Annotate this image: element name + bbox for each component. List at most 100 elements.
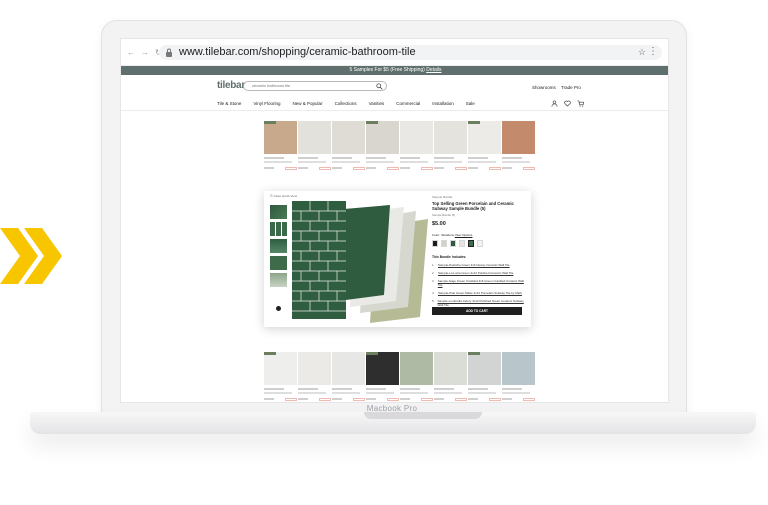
nav-installation[interactable]: Installation [432, 101, 454, 106]
nav-commercial[interactable]: Commercial [396, 101, 420, 106]
device-label: Macbook Pro [366, 404, 418, 413]
menu-kebab-icon[interactable]: ⋮ [648, 46, 658, 57]
product-card[interactable] [434, 121, 467, 170]
product-card[interactable] [298, 121, 331, 170]
product-price-row [502, 167, 535, 170]
product-thumbnail[interactable] [400, 352, 433, 385]
order-sample-button[interactable] [489, 167, 501, 170]
nav-new-popular[interactable]: New & Popular [293, 101, 323, 106]
nav-vanities[interactable]: Vanities [369, 101, 385, 106]
order-sample-button[interactable] [387, 398, 399, 401]
product-badge [468, 352, 480, 355]
order-sample-button[interactable] [421, 167, 433, 170]
product-thumbnail[interactable] [502, 352, 535, 385]
product-thumbnail[interactable] [468, 352, 501, 385]
product-meta-line [298, 392, 326, 394]
product-card[interactable] [264, 121, 297, 170]
color-swatch[interactable] [468, 240, 474, 247]
bundle-item-link[interactable]: Sample-La Lucia Green 4x12 Polished Cera… [438, 271, 513, 275]
product-thumbnail[interactable] [366, 121, 399, 154]
product-meta-line [400, 388, 420, 390]
color-swatch[interactable] [477, 240, 483, 247]
product-card[interactable] [332, 121, 365, 170]
thumbnail-5[interactable] [270, 273, 287, 287]
order-sample-button[interactable] [523, 167, 535, 170]
thumbnail-2[interactable] [270, 222, 287, 236]
order-sample-button[interactable] [353, 398, 365, 401]
product-thumbnail[interactable] [502, 121, 535, 154]
order-sample-button[interactable] [319, 398, 331, 401]
address-bar[interactable]: www.tilebar.com/shopping/ceramic-bathroo… [159, 45, 662, 60]
product-badge [468, 121, 480, 124]
color-swatch[interactable] [459, 240, 465, 247]
order-sample-button[interactable] [319, 167, 331, 170]
product-price-line [468, 398, 478, 400]
thumbnail-4[interactable] [270, 256, 287, 270]
nav-tile-stone[interactable]: Tile & Stone [217, 101, 241, 106]
order-sample-button[interactable] [353, 167, 365, 170]
nav-collections[interactable]: Collections [335, 101, 357, 106]
order-sample-button[interactable] [387, 167, 399, 170]
product-thumbnail[interactable] [400, 121, 433, 154]
showrooms-link[interactable]: Showrooms [532, 85, 556, 90]
thumbnail-1[interactable] [270, 205, 287, 219]
product-card[interactable] [468, 121, 501, 170]
bundle-item-link[interactable]: Sample-Pale Green Matte 3x12 Porcelain S… [438, 291, 522, 295]
tilebar-logo[interactable]: tilebar [217, 80, 245, 91]
search-icon[interactable] [376, 83, 383, 90]
product-card[interactable] [332, 352, 365, 401]
bookmark-star-icon[interactable]: ☆ [638, 47, 646, 58]
order-sample-button[interactable] [421, 398, 433, 401]
cart-icon[interactable] [577, 100, 584, 107]
product-thumbnail[interactable] [468, 121, 501, 154]
order-sample-button[interactable] [455, 167, 467, 170]
product-card[interactable] [400, 121, 433, 170]
product-card[interactable] [434, 352, 467, 401]
nav-sale[interactable]: Sale [466, 101, 475, 106]
bundle-item-number: 3 [432, 279, 434, 283]
product-meta-line [468, 392, 496, 394]
product-thumbnail[interactable] [332, 352, 365, 385]
product-card[interactable] [400, 352, 433, 401]
nav-vinyl-flooring[interactable]: Vinyl Flooring [253, 101, 280, 106]
product-card[interactable] [298, 352, 331, 401]
bundle-item-link[interactable]: Sample-Pastiche Green 3x6 Glossy Ceramic… [438, 263, 510, 267]
product-thumbnail[interactable] [366, 352, 399, 385]
view-options-link[interactable]: View Options [455, 233, 473, 237]
bundle-item-link[interactable]: Sample-Lumbrella Celery 3x12 Polished Gr… [438, 299, 524, 307]
product-thumbnail[interactable] [434, 121, 467, 154]
account-icon[interactable] [551, 100, 558, 107]
trade-pro-link[interactable]: Trade Pro [561, 85, 581, 90]
order-sample-button[interactable] [455, 398, 467, 401]
bundle-item-link[interactable]: Sample-Sage Green Crackled 3x6 Green Cra… [438, 279, 524, 287]
product-thumbnail[interactable] [264, 352, 297, 385]
thumbnail-3[interactable] [270, 239, 287, 253]
product-thumbnail[interactable] [434, 352, 467, 385]
search-input[interactable]: ceramic bathroom tile [243, 81, 387, 91]
carousel-next-button[interactable] [276, 306, 281, 311]
product-thumbnail[interactable] [298, 121, 331, 154]
product-card[interactable] [468, 352, 501, 401]
promo-details-link[interactable]: Details [426, 67, 441, 73]
order-sample-button[interactable] [285, 398, 297, 401]
order-sample-button[interactable] [285, 167, 297, 170]
product-thumbnail[interactable] [332, 121, 365, 154]
bundle-item-number: 5 [432, 299, 434, 303]
back-icon[interactable]: ← [127, 48, 135, 57]
product-card[interactable] [502, 352, 535, 401]
color-swatch[interactable] [450, 240, 456, 247]
product-price-line [502, 398, 512, 400]
product-card[interactable] [502, 121, 535, 170]
heart-icon[interactable] [564, 100, 571, 107]
product-card[interactable] [366, 352, 399, 401]
order-sample-button[interactable] [489, 398, 501, 401]
order-sample-button[interactable] [523, 398, 535, 401]
product-thumbnail[interactable] [264, 121, 297, 154]
color-swatch[interactable] [441, 240, 447, 247]
color-swatch[interactable] [432, 240, 438, 247]
product-thumbnail[interactable] [298, 352, 331, 385]
product-card[interactable] [366, 121, 399, 170]
add-to-cart-button[interactable]: ADD TO CART [432, 307, 522, 315]
forward-icon[interactable]: → [141, 48, 149, 57]
product-card[interactable] [264, 352, 297, 401]
